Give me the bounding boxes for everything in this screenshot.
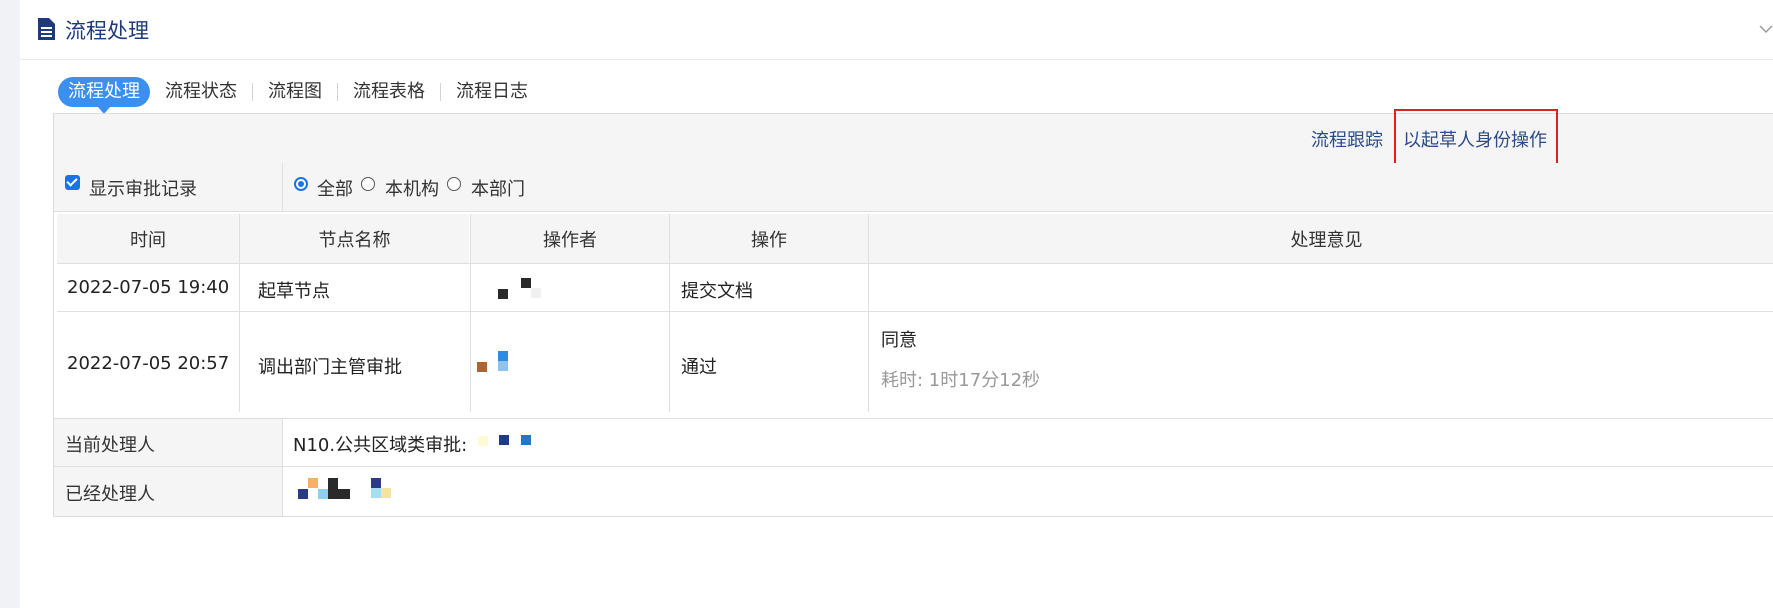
tab-process[interactable]: 流程处理 bbox=[58, 77, 150, 114]
divider bbox=[54, 418, 1773, 419]
tab-diagram[interactable]: 流程图 bbox=[253, 77, 337, 107]
row-action: 通过 bbox=[681, 357, 717, 378]
row-opinion: 同意 bbox=[881, 330, 917, 351]
scope-dept-radio[interactable] bbox=[447, 177, 461, 191]
row-node: 调出部门主管审批 bbox=[258, 357, 402, 378]
scope-all-label: 全部 bbox=[317, 179, 353, 200]
process-panel: 流程跟踪 以起草人身份操作 显示审批记录 全部 本机构 本部门 时间 节点名称 … bbox=[53, 109, 1773, 517]
action-bar: 流程跟踪 以起草人身份操作 bbox=[54, 109, 1773, 173]
scope-org-label: 本机构 bbox=[385, 179, 439, 200]
current-handler-label-cell: 当前处理人 bbox=[54, 419, 282, 466]
row-time: 2022-07-05 19:40 bbox=[67, 277, 230, 298]
tab-log[interactable]: 流程日志 bbox=[441, 77, 543, 107]
left-gutter bbox=[0, 0, 20, 608]
chevron-down-icon[interactable] bbox=[1759, 22, 1773, 36]
divider bbox=[282, 419, 283, 516]
divider bbox=[57, 311, 1773, 312]
show-records-label: 显示审批记录 bbox=[89, 179, 197, 200]
scope-dept-label: 本部门 bbox=[471, 179, 525, 200]
col-header-time: 时间 bbox=[57, 214, 239, 263]
past-handler-label: 已经处理人 bbox=[65, 484, 155, 505]
col-header-opinion: 处理意见 bbox=[869, 214, 1773, 263]
divider bbox=[669, 214, 670, 412]
past-handler-label-cell: 已经处理人 bbox=[54, 467, 282, 516]
tab-table[interactable]: 流程表格 bbox=[338, 77, 440, 107]
scope-all-radio[interactable] bbox=[294, 177, 308, 191]
divider bbox=[57, 263, 1773, 264]
divider bbox=[239, 214, 240, 412]
page-title: 流程处理 bbox=[65, 19, 149, 43]
divider bbox=[282, 163, 283, 211]
row-duration: 耗时: 1时17分12秒 bbox=[881, 370, 1041, 391]
divider bbox=[470, 214, 471, 412]
tab-bar: 流程处理 流程状态 流程图 流程表格 流程日志 bbox=[58, 76, 543, 114]
current-handler-value: N10.公共区域类审批: bbox=[293, 435, 468, 456]
divider bbox=[54, 466, 1773, 467]
trace-link[interactable]: 流程跟踪 bbox=[1311, 126, 1383, 152]
current-handler-label: 当前处理人 bbox=[65, 435, 155, 456]
col-header-action: 操作 bbox=[670, 214, 868, 263]
document-icon bbox=[38, 18, 55, 40]
col-header-node: 节点名称 bbox=[240, 214, 469, 263]
col-header-operator: 操作者 bbox=[471, 214, 669, 263]
divider bbox=[868, 214, 869, 412]
scope-org-radio[interactable] bbox=[361, 177, 375, 191]
row-node: 起草节点 bbox=[258, 281, 330, 302]
show-records-checkbox[interactable] bbox=[65, 175, 80, 190]
tab-status[interactable]: 流程状态 bbox=[156, 77, 252, 107]
section-header: 流程处理 bbox=[20, 0, 1773, 60]
filter-row: 显示审批记录 全部 本机构 本部门 bbox=[54, 163, 1773, 212]
row-action: 提交文档 bbox=[681, 281, 753, 302]
row-time: 2022-07-05 20:57 bbox=[67, 353, 230, 374]
